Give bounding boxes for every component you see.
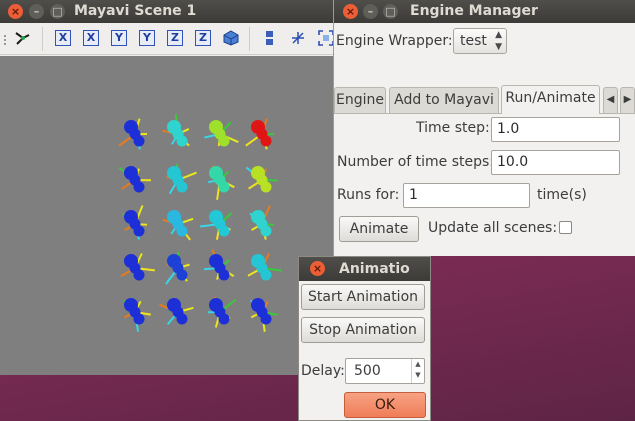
engine-wrapper-value: test [460, 33, 487, 49]
tab-engine[interactable]: Engine [334, 87, 386, 113]
ok-button[interactable]: OK [344, 392, 426, 418]
maximize-icon[interactable]: □ [50, 4, 65, 19]
animate-button[interactable]: Animate [339, 216, 419, 242]
parallel-projection-icon[interactable] [262, 30, 278, 46]
tab-scroll-left-icon[interactable]: ◀ [603, 87, 618, 113]
particle-sphere [176, 225, 188, 237]
particle-sphere [260, 225, 272, 237]
animation-titlebar[interactable]: × Animatio [299, 257, 430, 281]
update-all-scenes-label: Update all scenes: [428, 220, 558, 236]
toolbar-grip-icon[interactable] [4, 35, 6, 45]
tab-run-animate[interactable]: Run/Animate [501, 85, 600, 114]
particle-sphere [133, 225, 145, 237]
maximize-icon[interactable]: □ [383, 4, 398, 19]
engine-wrapper-select[interactable]: test ▲ ▼ [453, 28, 507, 54]
view-z-plus-button[interactable]: Z [167, 30, 183, 46]
time-step-label: Time step: [416, 120, 490, 136]
delay-label: Delay: [301, 363, 345, 379]
chevron-up-down-icon: ▲ ▼ [495, 30, 502, 52]
particle-sphere [260, 181, 272, 193]
runs-for-unit-label: time(s) [537, 187, 587, 203]
particle-sphere [176, 135, 188, 147]
engine-manager-titlebar[interactable]: × – □ Engine Manager [334, 0, 635, 23]
num-steps-label: Number of time steps: [337, 154, 495, 170]
particle-sphere [260, 135, 272, 147]
window-title: Mayavi Scene 1 [74, 3, 197, 19]
axes-toggle-icon[interactable] [290, 30, 306, 46]
close-icon[interactable]: × [310, 261, 325, 276]
toolbar-separator [249, 27, 250, 51]
particle-sphere [133, 135, 145, 147]
time-step-field[interactable]: 1.0 [491, 117, 620, 142]
spinner-arrows-icon[interactable]: ▲ ▼ [411, 359, 424, 383]
num-steps-field[interactable]: 10.0 [491, 150, 620, 175]
runs-for-field[interactable]: 1 [403, 183, 530, 208]
mayavi-titlebar[interactable]: × – □ Mayavi Scene 1 [0, 0, 340, 23]
animation-dialog: × Animatio Start Animation Stop Animatio… [298, 256, 431, 421]
fullscreen-icon[interactable] [318, 30, 334, 46]
view-x-plus-button[interactable]: X [55, 30, 71, 46]
particle-sphere [218, 135, 230, 147]
view-z-minus-button[interactable]: Z [195, 30, 211, 46]
view-y-minus-button[interactable]: Y [139, 30, 155, 46]
engine-wrapper-label: Engine Wrapper: [336, 33, 453, 49]
tab-bar: Engine Add to Mayavi Run/Animate ◀ ▶ [334, 85, 635, 114]
particle-sphere [218, 181, 230, 193]
mayavi-logo-icon[interactable] [14, 30, 30, 46]
minimize-icon[interactable]: – [29, 4, 44, 19]
window-title: Engine Manager [410, 3, 538, 19]
particle-sphere [133, 269, 145, 281]
run-animate-panel: Time step: 1.0 Number of time steps: 10.… [334, 113, 635, 256]
particle-sphere [133, 313, 145, 325]
particle-sphere [176, 313, 188, 325]
3d-scene-viewport[interactable] [0, 56, 340, 375]
stop-animation-button[interactable]: Stop Animation [301, 317, 425, 343]
particle-sphere [176, 181, 188, 193]
tab-add-to-mayavi[interactable]: Add to Mayavi [389, 87, 499, 113]
isometric-view-icon[interactable] [223, 30, 239, 46]
particle-sphere [133, 181, 145, 193]
delay-value: 500 [354, 363, 381, 379]
close-icon[interactable]: × [8, 4, 23, 19]
vector-field-plot [118, 114, 282, 332]
particle-sphere [176, 269, 188, 281]
start-animation-button[interactable]: Start Animation [301, 284, 425, 310]
view-x-minus-button[interactable]: X [83, 30, 99, 46]
tab-scroll-right-icon[interactable]: ▶ [620, 87, 635, 113]
view-y-plus-button[interactable]: Y [111, 30, 127, 46]
particle-sphere [218, 269, 230, 281]
particle-sphere [218, 225, 230, 237]
engine-manager-window: × – □ Engine Manager Engine Wrapper: tes… [333, 0, 635, 256]
runs-for-label: Runs for: [337, 187, 400, 203]
update-all-scenes-checkbox[interactable] [559, 221, 572, 234]
mayavi-scene-window: × – □ Mayavi Scene 1 X X Y Y Z Z [0, 0, 340, 375]
particle-sphere [260, 313, 272, 325]
engine-manager-body: Engine Wrapper: test ▲ ▼ Engine Add to Ma… [334, 23, 635, 256]
minimize-icon[interactable]: – [363, 4, 378, 19]
window-title: Animatio [339, 261, 410, 277]
close-icon[interactable]: × [343, 4, 358, 19]
particle-sphere [218, 313, 230, 325]
particle-sphere [260, 269, 272, 281]
toolbar-separator [42, 27, 43, 51]
scene-toolbar: X X Y Y Z Z [0, 23, 340, 55]
delay-spinbox[interactable]: 500 ▲ ▼ [345, 358, 425, 384]
